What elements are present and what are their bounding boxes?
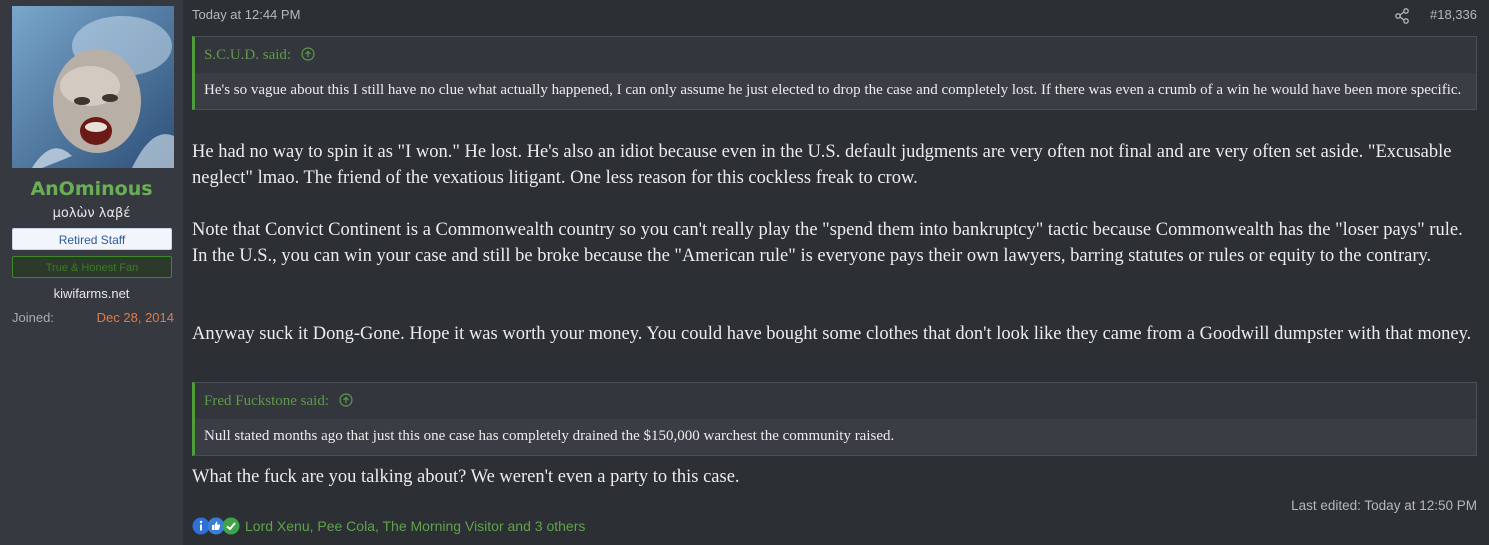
- post-number[interactable]: #18,336: [1430, 7, 1477, 22]
- quote-block: S.C.U.D. said: He's so vague about this …: [192, 36, 1477, 110]
- avatar[interactable]: [12, 6, 174, 168]
- quote-block: Fred Fuckstone said: Null stated months …: [192, 382, 1477, 456]
- share-icon[interactable]: [1394, 8, 1410, 24]
- user-sidebar: AnOminous μολὼν λαβέ Retired Staff True …: [0, 0, 183, 545]
- jump-to-quote-icon[interactable]: [301, 47, 315, 61]
- quote-author[interactable]: S.C.U.D. said:: [204, 47, 291, 63]
- post-timestamp[interactable]: Today at 12:44 PM: [192, 7, 300, 22]
- joined-label: Joined:: [12, 310, 54, 325]
- avatar-image-icon: [12, 6, 174, 168]
- post-paragraph: He had no way to spin it as "I won." He …: [192, 142, 1452, 188]
- quote-text: Null stated months ago that just this on…: [195, 419, 1476, 455]
- quote-header: Fred Fuckstone said:: [195, 383, 1476, 419]
- quote-text: He's so vague about this I still have no…: [195, 73, 1476, 109]
- post-paragraph: Anyway suck it Dong-Gone. Hope it was wo…: [192, 324, 1472, 344]
- staff-banner: Retired Staff: [12, 228, 172, 250]
- quote-header: S.C.U.D. said:: [195, 37, 1476, 73]
- post-paragraph: Note that Convict Continent is a Commonw…: [192, 220, 1463, 266]
- agree-icon[interactable]: [222, 517, 240, 535]
- last-edited: Last edited: Today at 12:50 PM: [1291, 498, 1477, 513]
- jump-to-quote-icon[interactable]: [339, 393, 353, 407]
- username[interactable]: AnOminous: [0, 178, 183, 200]
- reaction-users[interactable]: Lord Xenu, Pee Cola, The Morning Visitor…: [245, 518, 585, 534]
- reactions-bar: Lord Xenu, Pee Cola, The Morning Visitor…: [192, 516, 585, 536]
- quote-author[interactable]: Fred Fuckstone said:: [204, 393, 329, 409]
- fan-banner: True & Honest Fan: [12, 256, 172, 278]
- post-paragraph: What the fuck are you talking about? We …: [192, 467, 740, 487]
- user-site: kiwifarms.net: [53, 286, 130, 301]
- post-content: Today at 12:44 PM #18,336 S.C.U.D. said:…: [192, 0, 1477, 545]
- user-title: μολὼν λαβέ: [52, 206, 131, 221]
- joined-date: Dec 28, 2014: [96, 310, 174, 325]
